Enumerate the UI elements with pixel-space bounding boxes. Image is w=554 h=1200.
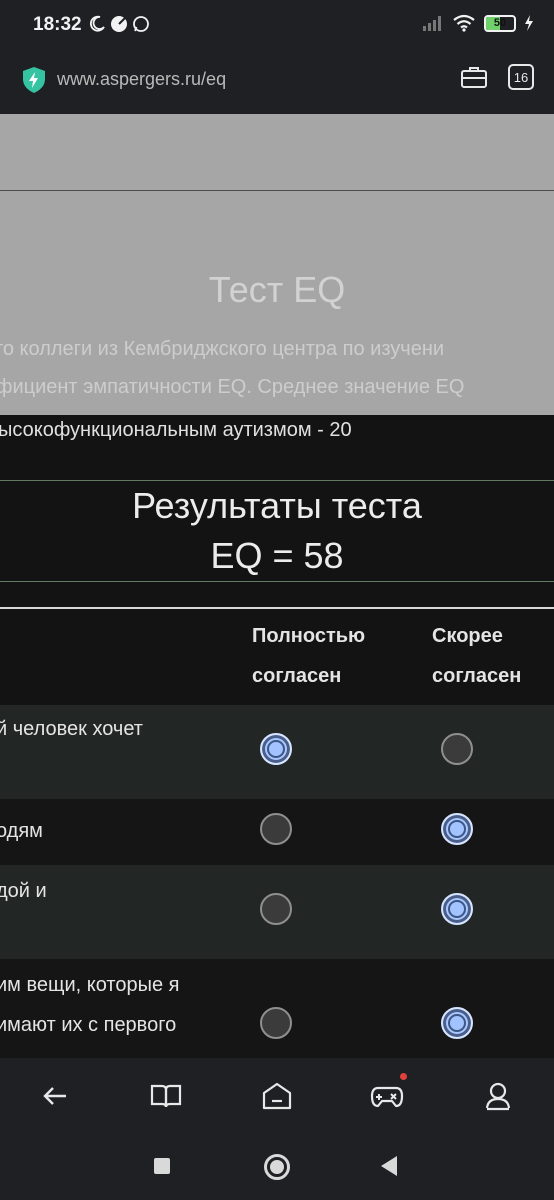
back-arrow-icon: [43, 1087, 66, 1105]
bookmarks-button[interactable]: [149, 1079, 183, 1113]
table-row: одям: [0, 799, 554, 865]
radio-slightly-agree[interactable]: [441, 733, 473, 765]
table-top-border: [0, 607, 554, 609]
results-title: Результаты теста: [132, 485, 422, 526]
moon-icon: [89, 15, 105, 32]
shield-bolt-icon[interactable]: [22, 66, 46, 94]
web-content[interactable]: Тест EQ го коллеги из Кембриджского цент…: [0, 114, 554, 1058]
back-icon[interactable]: [381, 1156, 397, 1176]
clock: 18:32: [33, 14, 82, 35]
column-header-line: согласен: [432, 665, 522, 687]
address-bar-actions: 16: [460, 64, 534, 90]
radio-fully-agree[interactable]: [260, 733, 292, 765]
intro-line-2: фициент эмпатичности EQ. Среднее значени…: [0, 376, 465, 398]
home-tab-button[interactable]: [260, 1079, 294, 1113]
battery-level: 50: [493, 17, 507, 29]
home-icon[interactable]: [264, 1154, 290, 1180]
recents-icon[interactable]: [154, 1158, 170, 1174]
url-text[interactable]: www.aspergers.ru/eq: [57, 69, 226, 90]
back-arrow-button[interactable]: [38, 1079, 72, 1113]
signal-icon: [423, 16, 441, 31]
notification-dot: [400, 1073, 407, 1080]
radio-fully-agree[interactable]: [260, 813, 292, 845]
column-header-fully-agree: Полностью согласен: [252, 616, 365, 696]
tab-switcher-button[interactable]: 16: [508, 64, 534, 90]
book-icon: [150, 1084, 182, 1108]
wifi-icon: [453, 14, 475, 32]
results-score: EQ = 58: [210, 535, 344, 576]
radio-slightly-agree[interactable]: [441, 893, 473, 925]
radio-fully-agree[interactable]: [260, 893, 292, 925]
status-icons-left: [88, 15, 150, 33]
header-divider: [0, 190, 554, 191]
address-bar[interactable]: www.aspergers.ru/eq 16: [0, 50, 554, 114]
radio-slightly-agree[interactable]: [441, 1007, 473, 1039]
battery-icon: 50: [484, 14, 516, 32]
loading-overlay: Тест EQ го коллеги из Кембриджского цент…: [0, 114, 554, 415]
column-header-slightly-agree: Скорее согласен: [432, 616, 521, 696]
radio-slightly-agree[interactable]: [441, 813, 473, 845]
status-bar: 18:32 50: [0, 0, 554, 50]
table-row: й человек хочет: [0, 705, 554, 799]
browser-bottom-nav: [0, 1058, 554, 1134]
question-text: имают их с первого: [0, 1014, 177, 1036]
pie-icon: [111, 16, 127, 32]
intro-line-1: го коллеги из Кембриджского центра по из…: [0, 338, 445, 360]
intro-line-3: ысокофункциональным аутизмом - 20: [0, 419, 352, 441]
briefcase-icon[interactable]: [460, 64, 488, 90]
column-header-line: Скорее: [432, 625, 503, 647]
question-text: им вещи, которые я: [0, 974, 180, 996]
column-header-line: согласен: [252, 665, 342, 687]
radio-fully-agree[interactable]: [260, 1007, 292, 1039]
question-text: дой и: [0, 880, 47, 902]
whatsapp-icon: [133, 16, 149, 32]
games-button[interactable]: [370, 1073, 407, 1113]
gamepad-icon: [370, 1086, 404, 1108]
question-text: й человек хочет: [0, 718, 143, 740]
table-row: им вещи, которые я имают их с первого: [0, 959, 554, 1058]
profile-button[interactable]: [481, 1079, 515, 1113]
column-header-line: Полностью: [252, 625, 366, 647]
status-icons-right: 50: [422, 14, 534, 32]
page-title: Тест EQ: [208, 269, 346, 310]
question-text: одям: [0, 820, 43, 842]
profile-icon: [485, 1082, 511, 1111]
system-nav-bar: [0, 1134, 554, 1200]
home-tab-icon: [262, 1082, 292, 1110]
table-row: дой и: [0, 865, 554, 959]
charging-icon: [525, 15, 533, 31]
